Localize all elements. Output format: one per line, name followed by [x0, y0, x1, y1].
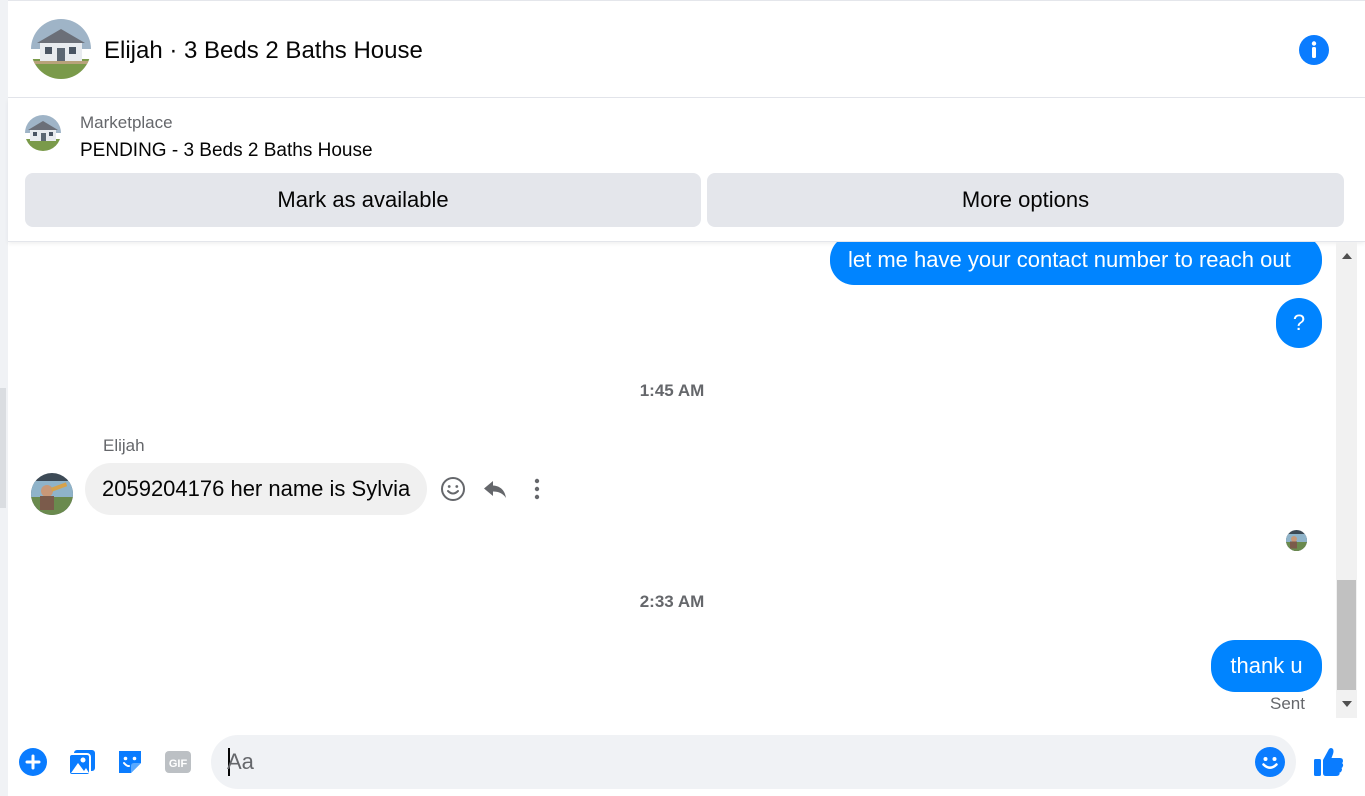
outgoing-message[interactable]: thank u — [1211, 640, 1322, 692]
left-edge-handle — [0, 388, 6, 508]
left-window-edge — [0, 0, 8, 796]
chat-window: Elijah · 3 Beds 2 Baths House Marketplac… — [8, 0, 1365, 796]
message-status: Sent — [1270, 694, 1305, 713]
message-input-wrapper — [211, 735, 1296, 789]
mark-as-available-button[interactable]: Mark as available — [25, 173, 701, 227]
message-composer: GIF — [8, 718, 1365, 796]
marketplace-listing-panel: Marketplace PENDING - 3 Beds 2 Baths Hou… — [8, 98, 1365, 242]
listing-title[interactable]: PENDING - 3 Beds 2 Baths House — [80, 140, 373, 162]
info-icon[interactable] — [1298, 34, 1330, 66]
timestamp: 2:33 AM — [639, 592, 705, 611]
gif-icon-label: GIF — [169, 758, 188, 770]
outgoing-message[interactable]: ? — [1276, 298, 1322, 348]
gif-icon[interactable]: GIF — [162, 746, 194, 778]
thumbs-up-icon[interactable] — [1312, 745, 1346, 779]
timestamp: 1:45 AM — [639, 381, 705, 400]
chat-header: Elijah · 3 Beds 2 Baths House — [8, 0, 1365, 98]
conversation-title: Elijah · 3 Beds 2 Baths House — [104, 37, 423, 64]
emoji-icon[interactable] — [1254, 746, 1286, 778]
message-scrollbar[interactable] — [1336, 242, 1357, 718]
more-actions-icon[interactable] — [523, 475, 551, 503]
scrollbar-thumb[interactable] — [1337, 580, 1356, 690]
house-photo-icon[interactable] — [31, 19, 91, 79]
sender-name: Elijah — [103, 436, 145, 455]
outgoing-message[interactable]: let me have your contact number to reach… — [830, 242, 1322, 285]
photo-icon[interactable] — [66, 746, 98, 778]
reply-icon[interactable] — [481, 475, 509, 503]
scroll-down-arrow-icon[interactable] — [1336, 690, 1357, 718]
marketplace-label: Marketplace — [80, 113, 173, 132]
more-options-button[interactable]: More options — [707, 173, 1344, 227]
read-receipt-avatar — [1286, 530, 1307, 551]
react-emoji-icon[interactable] — [439, 475, 467, 503]
scroll-up-arrow-icon[interactable] — [1336, 242, 1357, 270]
listing-photo-icon[interactable] — [25, 115, 61, 151]
message-thread: let me have your contact number to reach… — [8, 242, 1336, 718]
sticker-icon[interactable] — [114, 746, 146, 778]
sender-avatar[interactable] — [31, 473, 73, 515]
plus-icon[interactable] — [17, 746, 49, 778]
incoming-message[interactable]: 2059204176 her name is Sylvia — [85, 463, 428, 515]
message-input[interactable] — [227, 735, 1237, 789]
